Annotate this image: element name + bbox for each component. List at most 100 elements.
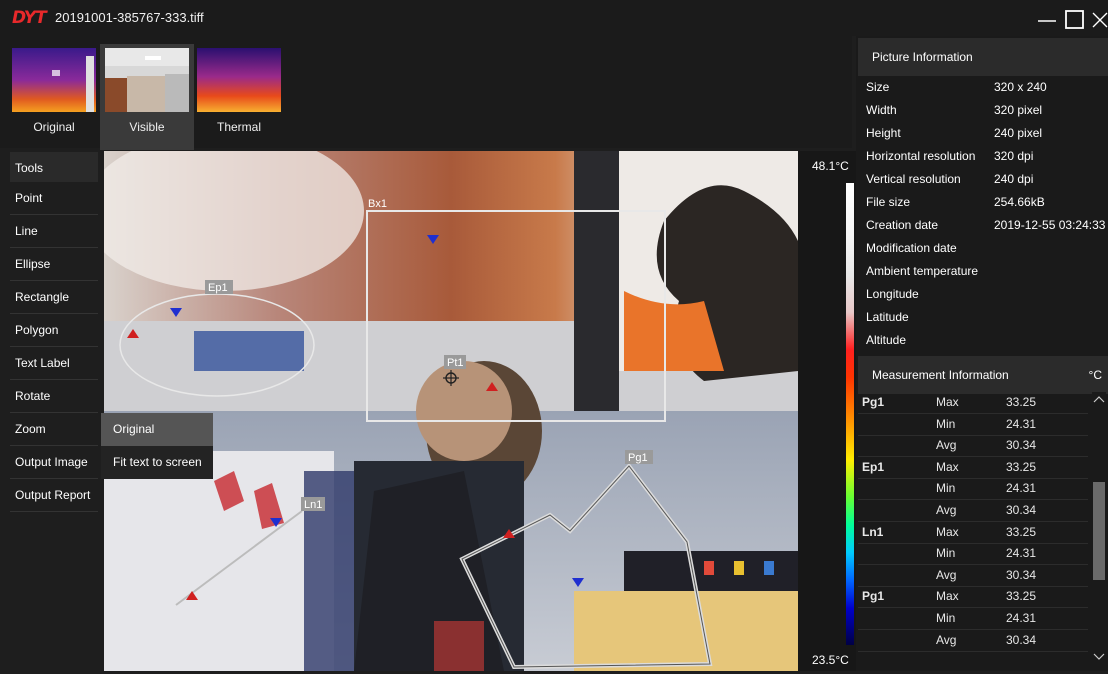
measurement-row: Pg1 Max 33.25 xyxy=(858,586,1088,609)
measurement-key: Min xyxy=(936,416,956,431)
thumbnail-label: Thermal xyxy=(216,120,261,134)
measurement-row: Avg 30.34 xyxy=(858,565,1088,587)
measurement-value: 24.31 xyxy=(1006,546,1037,561)
measurement-row: Min 24.31 xyxy=(858,608,1088,630)
picture-info-row: Size 320 x 240 xyxy=(866,80,1106,103)
tool-polygon[interactable]: Polygon xyxy=(10,314,98,347)
measurement-value: 33.25 xyxy=(1006,395,1037,409)
tools-panel: Tools Point Line Ellipse Rectangle Polyg… xyxy=(10,152,98,512)
picture-info-row: Altitude xyxy=(866,333,1106,356)
measurement-key: Avg xyxy=(936,438,957,453)
tool-ellipse[interactable]: Ellipse xyxy=(10,248,98,281)
measurement-row: Ln1 Max 33.25 xyxy=(858,522,1088,544)
picture-info-header: Picture Information xyxy=(858,38,1108,76)
measurement-key: Min xyxy=(936,611,956,625)
picture-info-label: Altitude xyxy=(866,333,907,347)
tool-line[interactable]: Line xyxy=(10,215,98,248)
temperature-colorbar xyxy=(846,183,854,645)
scrollbar-thumb[interactable] xyxy=(1093,482,1105,580)
tool-output-report[interactable]: Output Report xyxy=(10,479,98,512)
colorbar-max-label: 48.1°C xyxy=(812,159,849,173)
measurement-key: Min xyxy=(936,481,956,496)
tool-point[interactable]: Point xyxy=(10,182,98,215)
measurement-key: Max xyxy=(936,395,959,409)
measurement-info-title: Measurement Information xyxy=(872,368,1009,382)
tool-rotate[interactable]: Rotate xyxy=(10,380,98,413)
window-title: 20191001-385767-333.tiff xyxy=(55,10,204,25)
measurement-value: 33.25 xyxy=(1006,589,1037,604)
measurement-name: Pg1 xyxy=(862,395,885,409)
measurement-unit: °C xyxy=(1088,368,1102,382)
measurement-key: Avg xyxy=(936,567,957,582)
measurement-row: Min 24.31 xyxy=(858,414,1088,436)
measurement-value: 24.31 xyxy=(1006,611,1037,625)
picture-info-label: Width xyxy=(866,103,897,117)
picture-info-row: Modification date xyxy=(866,241,1106,264)
picture-info-row: Width 320 pixel xyxy=(866,103,1106,126)
measurement-key: Avg xyxy=(936,632,957,647)
point-annotation-label: Pt1 xyxy=(447,357,464,369)
measurement-row: Avg 30.34 xyxy=(858,630,1088,652)
thumbnail-visible[interactable] xyxy=(105,48,189,112)
tool-output-image[interactable]: Output Image xyxy=(10,446,98,479)
picture-info-label: Height xyxy=(866,126,901,140)
picture-info-label: Ambient temperature xyxy=(866,264,979,278)
measurement-row: Min 24.31 xyxy=(858,543,1088,566)
measurement-info-header: Measurement Information °C xyxy=(858,356,1108,394)
measurement-key: Max xyxy=(936,459,959,474)
zoom-menu-item-fit[interactable]: Fit text to screen xyxy=(101,446,213,479)
picture-info-row: Height 240 pixel xyxy=(866,126,1106,149)
measurement-value: 33.25 xyxy=(1006,459,1037,474)
measurement-value: 30.34 xyxy=(1006,438,1037,453)
box-annotation-label: Bx1 xyxy=(368,198,387,210)
colorbar-min-label: 23.5°C xyxy=(812,653,849,667)
measurement-key: Max xyxy=(936,589,959,604)
picture-info-label: Horizontal resolution xyxy=(866,149,976,163)
picture-info-value: 320 x 240 xyxy=(994,80,1047,94)
picture-info-label: Longitude xyxy=(866,287,919,301)
measurement-row: Pg1 Max 33.25 xyxy=(858,392,1088,414)
measurement-row: Avg 30.34 xyxy=(858,500,1088,522)
picture-info-label: Size xyxy=(866,80,890,94)
zoom-menu-item-original[interactable]: Original xyxy=(101,413,213,446)
thumbnail-original[interactable] xyxy=(12,48,96,112)
measurement-value: 30.34 xyxy=(1006,503,1037,517)
picture-info-label: Latitude xyxy=(866,310,909,324)
tool-rectangle[interactable]: Rectangle xyxy=(10,281,98,314)
picture-info-row: Latitude xyxy=(866,310,1106,333)
zoom-menu: Original Fit text to screen xyxy=(101,413,213,479)
measurement-value: 24.31 xyxy=(1006,481,1037,496)
picture-info-value: 240 pixel xyxy=(994,126,1043,140)
picture-info-value: 2019-12-55 03:24:33 xyxy=(994,218,1106,232)
measurement-value: 30.34 xyxy=(1006,632,1037,647)
measurement-row: Avg 30.34 xyxy=(858,435,1088,458)
picture-info-row: Creation date 2019-12-55 03:24:33 xyxy=(866,218,1106,241)
thumbnail-label: Original xyxy=(33,120,75,134)
line-annotation-label: Ln1 xyxy=(304,499,322,511)
measurement-row: Ep1 Max 33.25 xyxy=(858,457,1088,479)
measurement-row: Min 24.31 xyxy=(858,478,1088,501)
polygon-annotation-label: Pg1 xyxy=(628,452,648,464)
app-logo: DYT xyxy=(12,8,47,28)
image-canvas[interactable]: Bx1 Ep1 Pt1 Ln1 Pg1 xyxy=(104,151,798,671)
minimize-icon[interactable] xyxy=(1034,6,1060,32)
measurement-name: Ln1 xyxy=(862,524,884,539)
picture-info-label: Creation date xyxy=(866,218,939,232)
picture-info-row: Horizontal resolution 320 dpi xyxy=(866,149,1106,172)
measurement-name: Pg1 xyxy=(862,589,885,604)
tool-zoom[interactable]: Zoom xyxy=(10,413,98,446)
thumbnail-label: Visible xyxy=(129,120,165,134)
close-icon[interactable] xyxy=(1088,6,1108,32)
tool-text-label[interactable]: Text Label xyxy=(10,347,98,380)
measurement-name: Ep1 xyxy=(862,459,885,474)
tools-header: Tools xyxy=(10,152,98,185)
picture-info-row: Longitude xyxy=(866,287,1106,310)
picture-info-row: Ambient temperature xyxy=(866,264,1106,287)
maximize-icon[interactable] xyxy=(1062,6,1088,32)
picture-info-value: 240 dpi xyxy=(994,172,1034,186)
thumbnail-thermal[interactable] xyxy=(197,48,281,112)
picture-info-label: Vertical resolution xyxy=(866,172,961,186)
measurement-table: Pg1 Max 33.25 Min 24.31 Avg 30.34 Ep1 Max 33.25 Mi… xyxy=(858,392,1090,671)
title-bar: DYT 20191001-385767-333.tiff xyxy=(0,0,1108,36)
ellipse-annotation-label: Ep1 xyxy=(208,282,228,294)
